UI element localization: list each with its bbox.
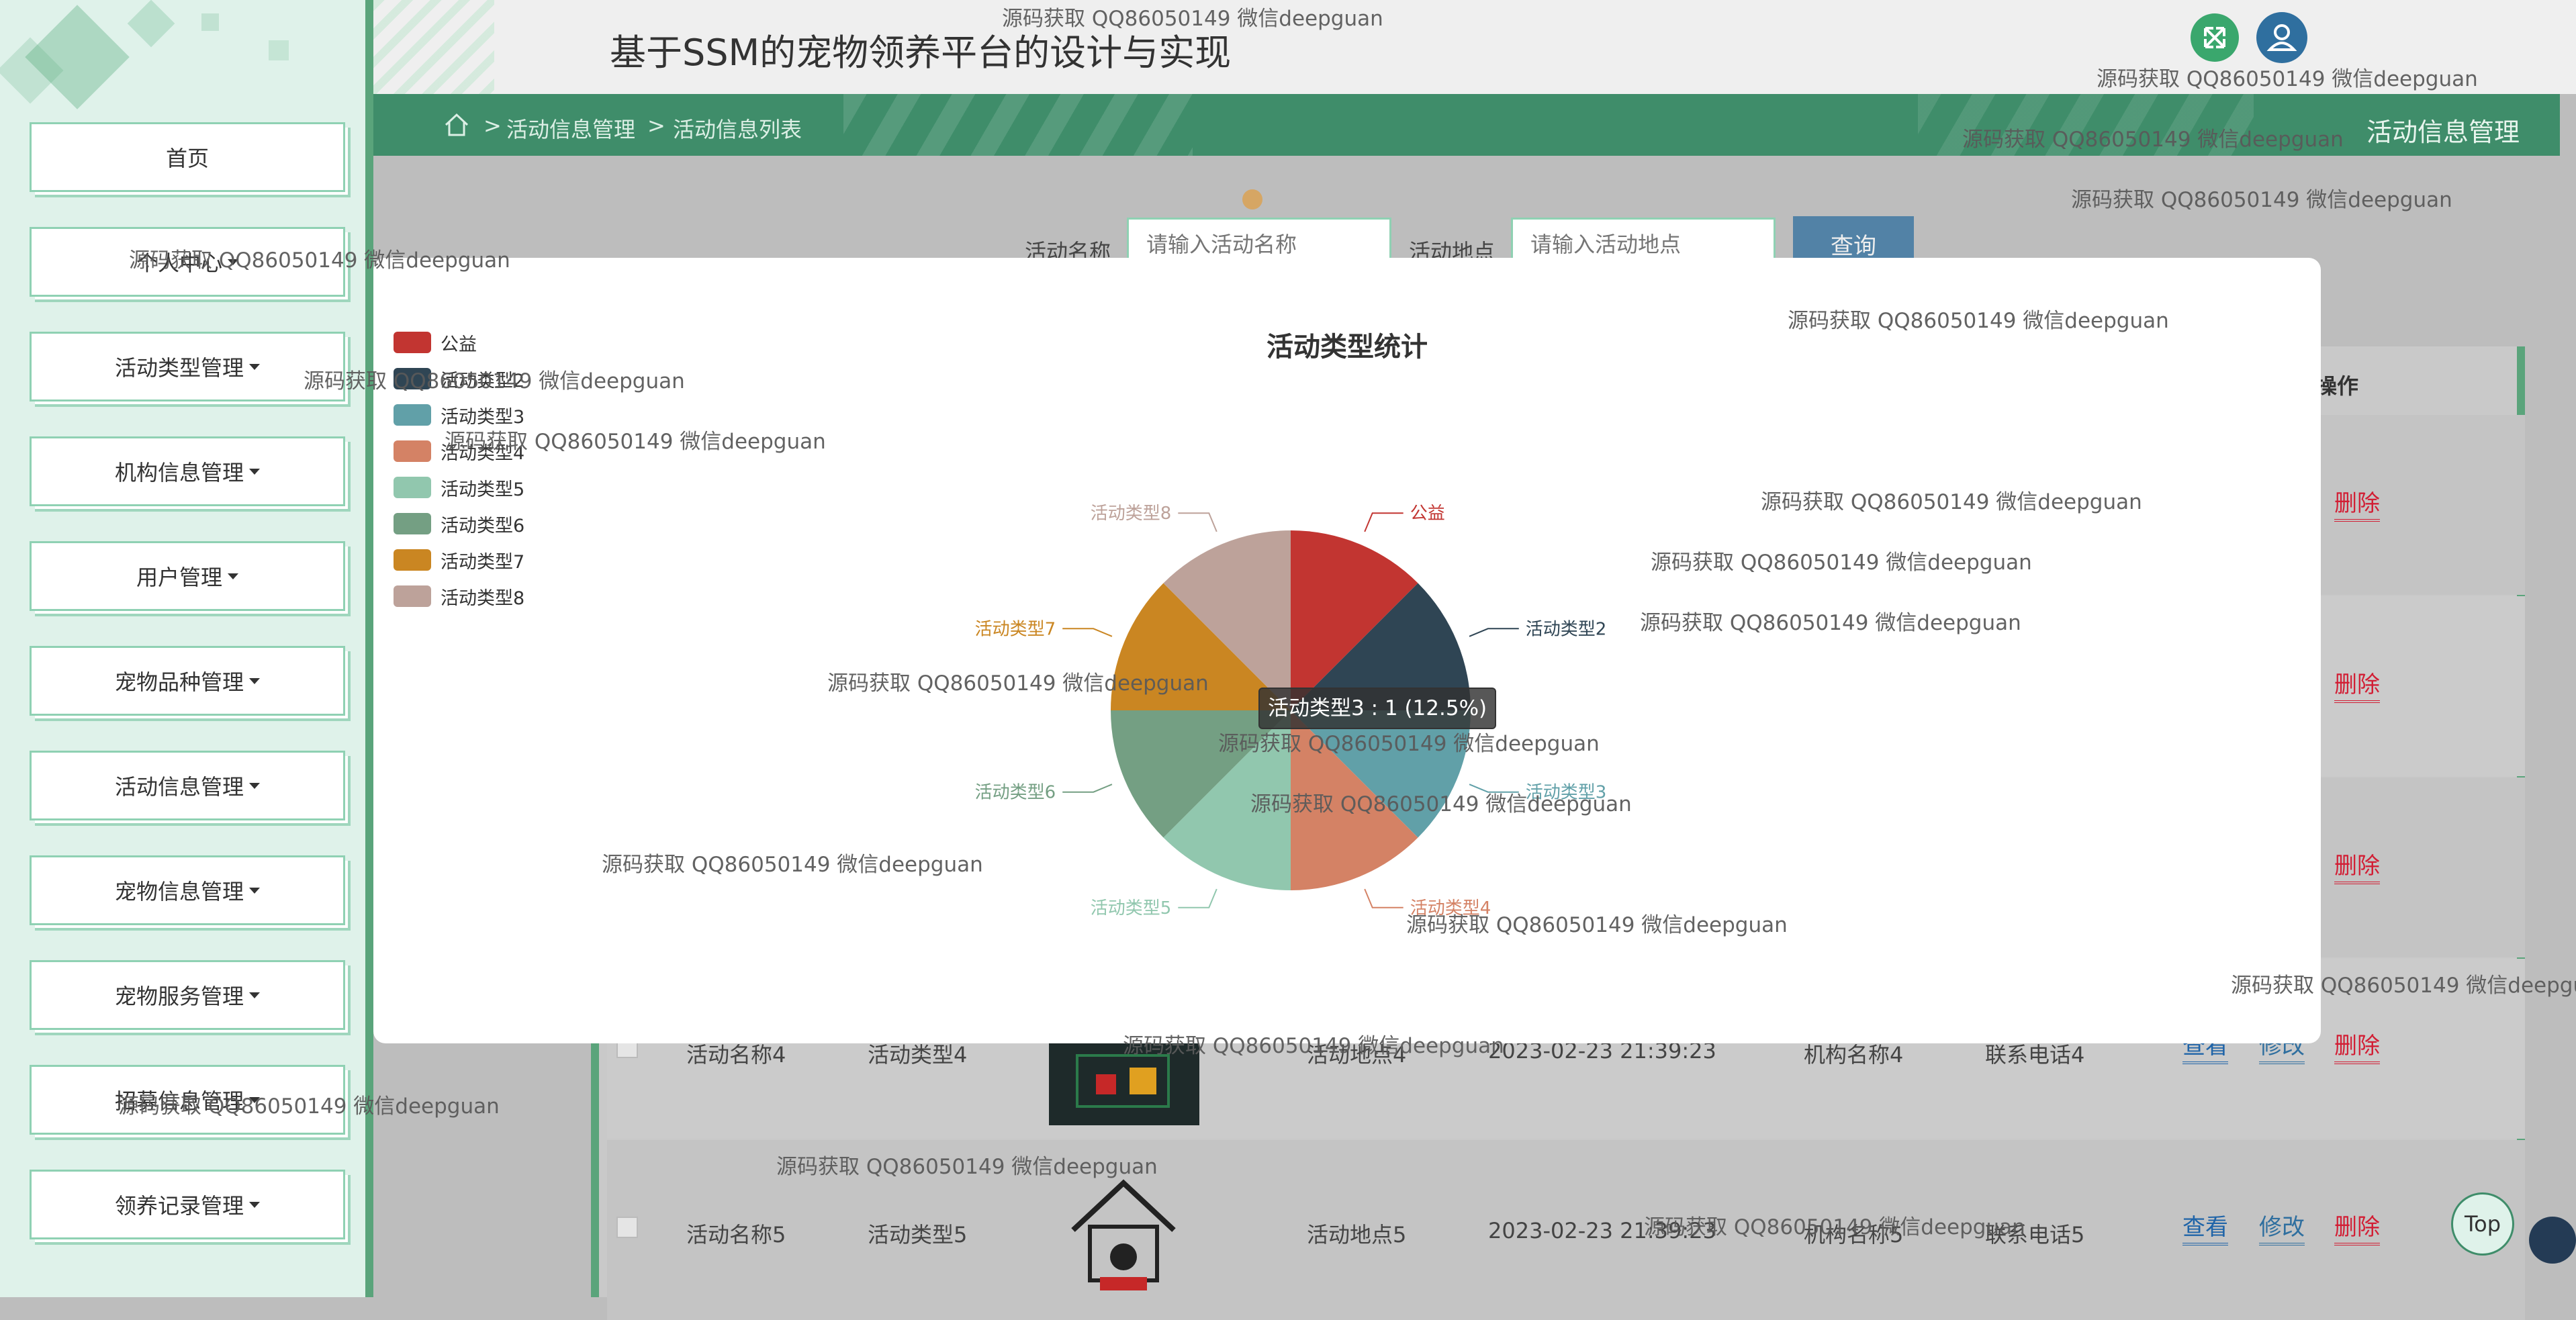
slice-label-line (1469, 628, 1519, 637)
caret-down-icon (249, 1201, 260, 1208)
caret-down-icon (249, 468, 260, 475)
watermark: 源码获取 QQ86050149 微信deepguan (1250, 792, 1632, 816)
sidebar-item[interactable]: 首页 (30, 122, 345, 192)
sidebar-item[interactable]: 宠物品种管理 (30, 646, 345, 716)
slice-label-line (1178, 512, 1217, 532)
row-checkbox[interactable] (616, 1217, 638, 1238)
sidebar-item-label: 宠物品种管理 (114, 669, 244, 695)
watermark: 源码获取 QQ86050149 微信deepguan (1123, 1034, 1504, 1058)
watermark: 源码获取 QQ86050149 微信deepguan (1962, 128, 2344, 152)
back-to-top-button[interactable]: Top (2451, 1192, 2514, 1256)
mouse-cursor (1242, 189, 1262, 209)
watermark: 源码获取 QQ86050149 微信deepguan (445, 430, 826, 454)
corner-avatar (2529, 1217, 2576, 1264)
sidebar-item-label: 活动类型管理 (114, 355, 244, 381)
slice-label: 活动类型7 (975, 619, 1056, 639)
watermark: 源码获取 QQ86050149 微信deepguan (827, 671, 1209, 696)
sidebar-item-label: 领养记录管理 (114, 1193, 244, 1219)
delete-link[interactable]: 删除 (2334, 1209, 2380, 1245)
breadcrumb-decoration (843, 94, 1193, 156)
watermark: 源码获取 QQ86050149 微信deepguan (2097, 67, 2478, 91)
caret-down-icon (228, 573, 238, 579)
user-icon (2266, 24, 2297, 51)
activity-name-cell: 活动名称5 (686, 1222, 786, 1247)
watermark: 源码获取 QQ86050149 微信deepguan (1651, 551, 2032, 575)
edit-link[interactable]: 修改 (2259, 1209, 2305, 1245)
home-icon[interactable] (443, 111, 470, 138)
watermark: 源码获取 QQ86050149 微信deepguan (1761, 490, 2142, 514)
page-section-title: 活动信息管理 (2366, 117, 2520, 147)
sidebar-item-label: 宠物信息管理 (114, 879, 244, 904)
sidebar-item[interactable]: 用户管理 (30, 541, 345, 611)
watermark: 源码获取 QQ86050149 微信deepguan (776, 1155, 1158, 1179)
watermark: 源码获取 QQ86050149 微信deepguan (1002, 7, 1383, 31)
sidebar-item[interactable]: 宠物服务管理 (30, 960, 345, 1030)
watermark: 源码获取 QQ86050149 微信deepguan (1788, 309, 2169, 333)
watermark: 源码获取 QQ86050149 微信deepguan (1644, 1215, 2025, 1239)
sidebar-item[interactable]: 活动类型管理 (30, 332, 345, 402)
watermark: 源码获取 QQ86050149 微信deepguan (1218, 732, 1600, 756)
breadcrumb-level1[interactable]: 活动信息管理 (506, 113, 635, 144)
watermark: 源码获取 QQ86050149 微信deepguan (1406, 913, 1788, 937)
slice-label: 活动类型2 (1526, 619, 1607, 639)
breadcrumb-separator: > (484, 113, 502, 138)
activity-place-cell: 活动地点5 (1307, 1222, 1407, 1247)
sidebar-decoration (269, 40, 289, 60)
sidebar-item[interactable]: 宠物信息管理 (30, 855, 345, 925)
view-link[interactable]: 查看 (2182, 1209, 2228, 1245)
user-button[interactable] (2256, 12, 2307, 63)
watermark: 源码获取 QQ86050149 微信deepguan (2231, 974, 2576, 998)
sidebar-decoration (127, 0, 175, 48)
delete-link[interactable]: 删除 (2334, 485, 2380, 522)
breadcrumb-separator: > (647, 113, 665, 138)
sidebar-decoration (201, 13, 219, 31)
watermark: 源码获取 QQ86050149 微信deepguan (1640, 611, 2021, 635)
fullscreen-button[interactable] (2191, 13, 2239, 62)
caret-down-icon (249, 677, 260, 684)
slice-label: 公益 (1410, 504, 1445, 524)
caret-down-icon (249, 363, 260, 370)
header-decoration (373, 0, 494, 94)
slice-label-line (1178, 888, 1217, 908)
slice-label-line (1364, 888, 1404, 908)
ops-column-header: 操作 (2315, 373, 2359, 399)
sidebar-item[interactable]: 活动信息管理 (30, 751, 345, 820)
sidebar-item-label: 宠物服务管理 (114, 984, 244, 1009)
watermark: 源码获取 QQ86050149 微信deepguan (2071, 188, 2452, 212)
fullscreen-icon (2204, 27, 2225, 48)
activity-type-cell: 活动类型5 (868, 1222, 968, 1247)
sidebar-item[interactable]: 领养记录管理 (30, 1170, 345, 1239)
sidebar-item[interactable]: 机构信息管理 (30, 436, 345, 506)
caret-down-icon (249, 887, 260, 894)
watermark: 源码获取 QQ86050149 微信deepguan (602, 853, 983, 877)
slice-label: 活动类型6 (975, 783, 1056, 803)
sidebar-item-label: 首页 (165, 146, 209, 171)
sidebar-item-label: 用户管理 (136, 565, 222, 590)
caret-down-icon (249, 992, 260, 998)
slice-label: 活动类型8 (1091, 504, 1172, 524)
caret-down-icon (249, 782, 260, 789)
watermark: 源码获取 QQ86050149 微信deepguan (118, 1094, 500, 1119)
watermark: 源码获取 QQ86050149 微信deepguan (304, 369, 685, 393)
slice-label-line (1062, 628, 1113, 637)
delete-link[interactable]: 删除 (2334, 1027, 2380, 1064)
watermark: 源码获取 QQ86050149 微信deepguan (129, 248, 510, 273)
delete-link[interactable]: 删除 (2334, 847, 2380, 884)
sidebar-item-label: 活动信息管理 (114, 774, 244, 800)
breadcrumb-level2: 活动信息列表 (673, 117, 802, 142)
slice-label: 活动类型5 (1091, 898, 1172, 918)
slice-label-line (1364, 512, 1404, 532)
sidebar-item-label: 机构信息管理 (114, 460, 244, 485)
slice-label-line (1062, 784, 1113, 793)
delete-link[interactable]: 删除 (2334, 666, 2380, 703)
chart-tooltip: 活动类型3 : 1 (12.5%) (1258, 688, 1497, 729)
